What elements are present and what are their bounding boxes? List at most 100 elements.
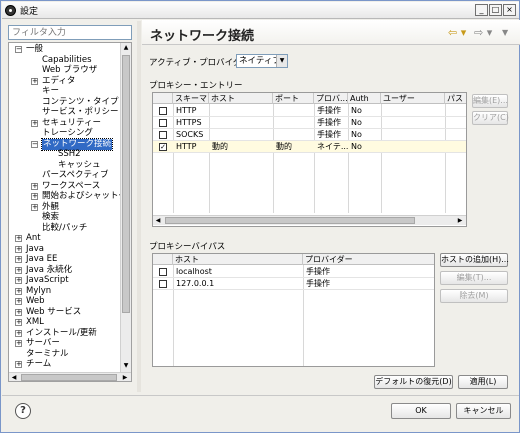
tree-item-label: サービス・ポリシー <box>42 107 119 117</box>
proxy-clear-button[interactable]: クリア(C) <box>472 111 509 125</box>
scroll-right-arrow-icon[interactable]: ▶ <box>120 373 130 381</box>
row-checkbox[interactable]: ✓ <box>159 143 167 151</box>
expand-icon[interactable]: + <box>15 319 22 326</box>
restore-defaults-button[interactable]: デフォルトの復元(D) <box>374 375 453 389</box>
col-header-auth[interactable]: Auth <box>348 93 381 104</box>
table-cell <box>446 117 466 128</box>
tree-scroll-thumb[interactable] <box>122 55 130 313</box>
expand-icon[interactable]: + <box>15 308 22 316</box>
tree-item-label: ワークスペース <box>42 180 101 191</box>
expand-icon[interactable]: + <box>15 245 22 253</box>
entries-scroll-right-icon[interactable]: ▶ <box>455 216 465 226</box>
scroll-up-arrow-icon[interactable]: ▲ <box>121 43 131 53</box>
tree-hscroll-thumb[interactable] <box>21 374 117 381</box>
expand-icon[interactable]: + <box>15 340 22 347</box>
expand-icon[interactable]: + <box>15 287 22 295</box>
tree-item-label: 開始およびシャットダウン <box>42 191 131 201</box>
col-header-password[interactable]: パス <box>445 93 466 104</box>
ok-button[interactable]: OK <box>391 403 451 419</box>
expand-icon[interactable]: + <box>15 266 22 274</box>
tree-item-label: Java EE <box>26 254 58 264</box>
maximize-button[interactable]: □ <box>489 4 502 16</box>
expand-icon[interactable]: + <box>15 329 22 337</box>
chevron-down-icon: ▼ <box>276 55 287 67</box>
tree-item-label: セキュリティー <box>42 117 101 128</box>
row-checkbox[interactable] <box>159 107 167 115</box>
collapse-icon[interactable]: − <box>31 140 38 148</box>
table-row[interactable]: 127.0.0.1 手操作 <box>153 278 434 290</box>
expand-icon[interactable]: + <box>15 298 22 305</box>
col-header-provider[interactable]: プロバ... <box>314 93 348 104</box>
expand-icon[interactable]: + <box>15 361 22 368</box>
table-cell <box>446 105 466 116</box>
bottom-separator <box>2 395 519 396</box>
table-row[interactable]: HTTP 手操作 No <box>153 105 466 117</box>
tree-vertical-scrollbar[interactable]: ▲ ▼ <box>120 43 131 372</box>
tree-item-label: Java 永続化 <box>26 264 73 275</box>
entries-scroll-left-icon[interactable]: ◀ <box>153 216 163 226</box>
col-header-port[interactable]: ポート <box>273 93 314 104</box>
col-header-user[interactable]: ユーザー <box>381 93 445 104</box>
expand-icon[interactable]: + <box>15 256 22 263</box>
tree-item-label: キー <box>42 86 60 96</box>
table-cell <box>382 117 445 128</box>
filter-input[interactable] <box>8 25 132 40</box>
tree-item-label: ターミナル <box>26 348 69 359</box>
expand-icon[interactable]: + <box>15 277 22 284</box>
view-menu-icon[interactable]: ▼ <box>502 28 508 37</box>
eclipse-icon <box>5 5 16 16</box>
expand-icon[interactable]: + <box>31 182 38 190</box>
scroll-down-arrow-icon[interactable]: ▼ <box>121 361 131 371</box>
table-cell <box>210 129 273 140</box>
table-cell: No <box>351 142 362 151</box>
table-cell: HTTPS <box>176 118 202 127</box>
col-header-scheme[interactable]: スキーマ <box>173 93 209 104</box>
tree-item-label: Web <box>26 296 45 306</box>
expand-icon[interactable]: + <box>31 119 38 127</box>
bypass-edit-button[interactable]: 編集(T)... <box>440 271 508 285</box>
expand-icon[interactable]: + <box>31 77 38 85</box>
tree-item-label: Web ブラウザ <box>42 65 98 75</box>
close-button[interactable]: × <box>503 4 516 16</box>
row-checkbox[interactable] <box>159 119 167 127</box>
apply-button[interactable]: 適用(L) <box>458 375 508 389</box>
proxy-edit-button[interactable]: 編集(E)... <box>472 94 508 108</box>
cancel-button[interactable]: キャンセル <box>456 403 511 419</box>
forward-arrow-icon[interactable]: ⇨ ▾ <box>474 26 492 39</box>
row-checkbox[interactable] <box>159 131 167 139</box>
col-header-host[interactable]: ホスト <box>209 93 273 104</box>
expand-icon[interactable]: + <box>31 193 38 200</box>
expand-icon[interactable]: + <box>31 203 38 211</box>
table-row[interactable]: ✓ HTTP 動的 動的 ネイテ... No <box>153 141 466 153</box>
help-icon[interactable]: ? <box>15 403 31 419</box>
table-cell <box>446 141 466 152</box>
scroll-left-arrow-icon[interactable]: ◀ <box>9 373 19 381</box>
tree-item-label: エディタ <box>42 75 76 86</box>
active-provider-select[interactable]: ネイティブ ▼ <box>236 54 288 68</box>
bypass-col-host[interactable]: ホスト <box>173 254 303 265</box>
entries-scroll-thumb[interactable] <box>165 217 415 224</box>
tree-item-label: パースペクティブ <box>42 170 109 180</box>
entries-horizontal-scrollbar[interactable]: ◀ ▶ <box>153 215 466 225</box>
tree-item-label: ネットワーク接続 <box>40 137 114 151</box>
preferences-dialog: 設定 _ □ × −一般CapabilitiesWeb ブラウザ+エディタキーコ… <box>0 0 520 433</box>
table-row[interactable]: SOCKS 手操作 No <box>153 129 466 141</box>
back-arrow-icon[interactable]: ⇦ ▾ <box>448 26 466 39</box>
proxy-entries-header: スキーマ ホスト ポート プロバ... Auth ユーザー パス <box>153 93 466 104</box>
window-title: 設定 <box>20 7 39 17</box>
bypass-col-provider[interactable]: プロバイダー <box>303 254 434 265</box>
table-cell: ネイテ... <box>317 142 348 151</box>
add-host-button[interactable]: ホストの追加(H)... <box>440 253 509 267</box>
bypass-remove-button[interactable]: 除去(M) <box>440 289 508 303</box>
table-row[interactable]: localhost 手操作 <box>153 266 434 278</box>
expand-icon[interactable]: + <box>15 235 22 242</box>
row-checkbox[interactable] <box>159 280 167 288</box>
collapse-icon[interactable]: − <box>15 46 22 53</box>
row-checkbox[interactable] <box>159 268 167 276</box>
table-cell: HTTP <box>176 106 197 115</box>
tree-item-label: XML <box>26 317 44 327</box>
tree-horizontal-scrollbar[interactable]: ◀ ▶ <box>9 372 131 381</box>
pane-sash[interactable] <box>137 21 141 392</box>
table-row[interactable]: HTTPS 手操作 No <box>153 117 466 129</box>
minimize-button[interactable]: _ <box>475 4 488 16</box>
